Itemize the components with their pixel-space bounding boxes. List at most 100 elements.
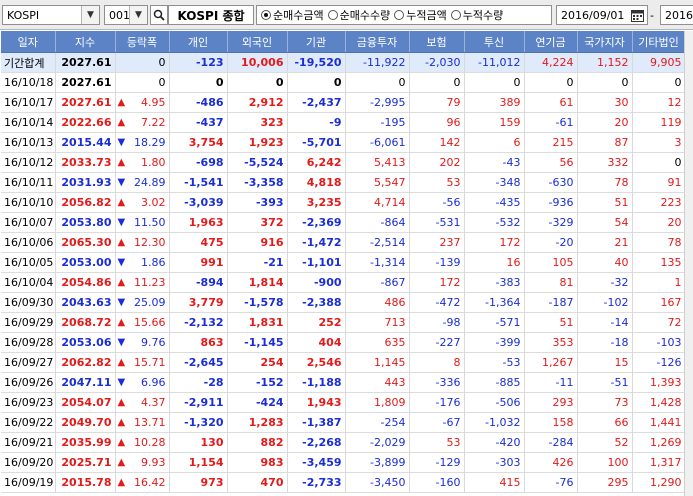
change-cell: ▼ 25.09 xyxy=(115,292,170,313)
value-cell: 54 xyxy=(577,212,633,233)
column-header[interactable]: 보험 xyxy=(409,31,465,53)
table-row[interactable]: 16/09/29 2068.72 ▲ 15.66 -2,132 1,831 252 713 -9… xyxy=(1,312,685,333)
value-cell: 475 xyxy=(169,232,228,253)
value-cell: -9 xyxy=(287,112,346,133)
table-row[interactable]: 16/09/19 2015.78 ▲ 16.42 973 470 -2,733 -3,450-… xyxy=(1,472,685,493)
table-row[interactable]: 16/10/10 2056.82 ▲ 3.02 -3,039 -393 3,235 4,714… xyxy=(1,192,685,213)
index-cell: 2056.82 xyxy=(55,192,116,213)
index-cell: 2027.61 xyxy=(55,92,116,113)
value-cell: 415 xyxy=(464,472,525,493)
table-row[interactable]: 16/10/05 2053.00 ▼ 1.86 991 -21 -1,101 -1,314 -1… xyxy=(1,252,685,273)
market-select[interactable]: KOSPI ▼ xyxy=(2,5,100,25)
column-header[interactable]: 연기금 xyxy=(524,31,578,53)
value-cell: 389 xyxy=(464,92,525,113)
column-header[interactable]: 기타법인 xyxy=(632,31,685,53)
change-cell: ▼ 11.50 xyxy=(115,212,170,233)
value-cell: 1,441 xyxy=(632,412,685,433)
column-header[interactable]: 기관 xyxy=(287,31,346,53)
radio-option-0[interactable]: 순매수금액 xyxy=(261,7,324,23)
value-cell: -936 xyxy=(524,192,578,213)
value-cell: -2,733 xyxy=(287,472,346,493)
value-cell: 1 xyxy=(632,272,685,293)
value-cell: 1,393 xyxy=(632,372,685,393)
column-header[interactable]: 투신 xyxy=(464,31,525,53)
change-cell: 0 xyxy=(115,72,170,93)
value-cell: -1,032 xyxy=(464,412,525,433)
chevron-down-icon[interactable]: ▼ xyxy=(81,6,99,24)
value-cell: 72 xyxy=(632,312,685,333)
value-cell: -11 xyxy=(524,372,578,393)
date-cell: 16/09/26 xyxy=(1,372,56,393)
radio-option-3[interactable]: 누적수량 xyxy=(450,7,503,23)
index-cell: 2015.44 xyxy=(55,132,116,153)
value-cell: -424 xyxy=(227,392,288,413)
value-cell: -20 xyxy=(524,232,578,253)
table-row[interactable]: 16/10/04 2054.86 ▲ 11.23 -894 1,814 -900 -867 17… xyxy=(1,272,685,293)
value-cell: 1,923 xyxy=(227,132,288,153)
table-row[interactable]: 16/09/20 2025.71 ▲ 9.93 1,154 983 -3,459 -3,899… xyxy=(1,452,685,473)
table-row[interactable]: 16/10/18 2027.61 0 0 0 0 0 0 0 0 0 0 xyxy=(1,72,685,93)
date-to-field[interactable]: 2016/ xyxy=(660,5,693,25)
table-row[interactable]: 16/10/07 2053.80 ▼ 11.50 1,963 372 -2,369 -864-… xyxy=(1,212,685,233)
search-button[interactable] xyxy=(150,5,168,25)
table-row[interactable]: 16/10/14 2022.66 ▲ 7.22 -437 323 -9 -195 96 159 -6… xyxy=(1,112,685,133)
column-header[interactable]: 금융투자 xyxy=(345,31,410,53)
table-row[interactable]: 16/09/26 2047.11 ▼ 6.96 -28 -152 -1,188 443 -336… xyxy=(1,372,685,393)
table-row[interactable]: 16/09/21 2035.99 ▲ 10.28 130 882 -2,268 -2,029 5… xyxy=(1,432,685,453)
value-cell: -2,268 xyxy=(287,432,346,453)
value-cell: 3 xyxy=(632,132,685,153)
value-cell: 254 xyxy=(227,352,288,373)
table-row[interactable]: 16/10/17 2027.61 ▲ 4.95 -486 2,912 -2,437 -2,99… xyxy=(1,92,685,113)
value-cell: 78 xyxy=(577,172,633,193)
date-cell: 16/10/12 xyxy=(1,152,56,173)
table-row[interactable]: 16/09/28 2053.06 ▼ 9.76 863 -1,145 404 635 -227-… xyxy=(1,332,685,353)
triangle-down-icon: ▼ xyxy=(117,137,126,148)
radio-option-1[interactable]: 순매수수량 xyxy=(327,7,390,23)
value-cell: -1,364 xyxy=(464,292,525,313)
table-row[interactable]: 16/10/13 2015.44 ▼ 18.29 3,754 1,923 -5,701 -6,… xyxy=(1,132,685,153)
column-header[interactable]: 등락폭 xyxy=(115,31,170,53)
radio-option-2[interactable]: 누적금액 xyxy=(394,7,447,23)
change-cell: ▲ 1.80 xyxy=(115,152,170,173)
column-header[interactable]: 지수 xyxy=(55,31,116,53)
value-cell: -336 xyxy=(409,372,465,393)
change-cell: ▲ 15.71 xyxy=(115,352,170,373)
table-row[interactable]: 16/10/11 2031.93 ▼ 24.89 -1,541 -3,358 4,818 5,… xyxy=(1,172,685,193)
total-row[interactable]: 기간합계 2027.61 0 -123 10,006 -19,520 -11,922 -2,0… xyxy=(1,52,685,73)
column-header[interactable]: 외국인 xyxy=(227,31,288,53)
value-cell: 159 xyxy=(464,112,525,133)
value-cell: -1,472 xyxy=(287,232,346,253)
date-cell: 16/10/07 xyxy=(1,212,56,233)
change-value: 1.86 xyxy=(141,256,166,269)
table-row[interactable]: 16/09/22 2049.70 ▲ 13.71 -1,320 1,283 -1,387 -2… xyxy=(1,412,685,433)
chevron-down-icon[interactable]: ▼ xyxy=(129,6,147,24)
vertical-scrollbar[interactable] xyxy=(684,31,693,496)
value-cell: -18 xyxy=(577,332,633,353)
triangle-up-icon: ▲ xyxy=(117,357,126,368)
value-cell: -98 xyxy=(409,312,465,333)
value-cell: 10,006 xyxy=(227,52,288,73)
triangle-up-icon: ▲ xyxy=(117,277,126,288)
triangle-up-icon: ▲ xyxy=(117,197,126,208)
column-header[interactable]: 일자 xyxy=(1,31,56,53)
value-cell: 0 xyxy=(345,72,410,93)
date-cell: 16/09/21 xyxy=(1,432,56,453)
value-cell: 0 xyxy=(577,72,633,93)
date-cell: 16/10/17 xyxy=(1,92,56,113)
date-from-field[interactable]: 2016/09/01 xyxy=(556,5,648,25)
column-header[interactable]: 개인 xyxy=(169,31,228,53)
table-row[interactable]: 16/10/06 2065.30 ▲ 12.30 475 916 -1,472 -2,514 2… xyxy=(1,232,685,253)
change-value: 1.80 xyxy=(141,156,166,169)
table-row[interactable]: 16/10/12 2033.73 ▲ 1.80 -698 -5,524 6,242 5,413… xyxy=(1,152,685,173)
table-row[interactable]: 16/09/30 2043.63 ▼ 25.09 3,779 -1,578 -2,388 48… xyxy=(1,292,685,313)
table-row[interactable]: 16/09/27 2062.82 ▲ 15.71 -2,645 254 2,546 1,145… xyxy=(1,352,685,373)
table-row[interactable]: 16/09/23 2054.07 ▲ 4.37 -2,911 -424 1,943 1,809… xyxy=(1,392,685,413)
change-cell: ▲ 11.23 xyxy=(115,272,170,293)
market-value: KOSPI xyxy=(7,8,40,22)
value-cell: -900 xyxy=(287,272,346,293)
code-select[interactable]: 001 ▼ xyxy=(104,5,148,25)
calendar-icon[interactable] xyxy=(631,9,644,22)
index-cell: 2022.66 xyxy=(55,112,116,133)
column-header[interactable]: 국가지자 xyxy=(577,31,633,53)
value-cell: -329 xyxy=(524,212,578,233)
